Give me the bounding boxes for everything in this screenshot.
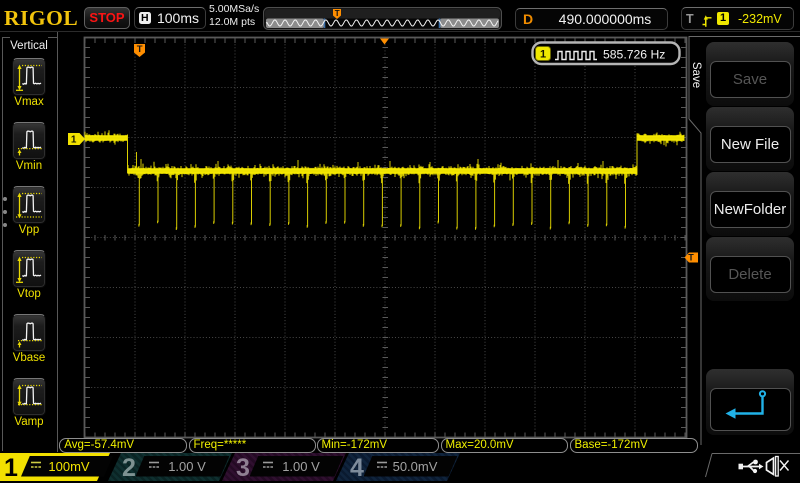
svg-text:1: 1 bbox=[540, 48, 546, 60]
svg-text:1: 1 bbox=[71, 135, 77, 146]
svg-text:T: T bbox=[137, 44, 143, 55]
svg-text:T: T bbox=[335, 9, 340, 18]
svg-text:585.726 Hz: 585.726 Hz bbox=[603, 47, 665, 61]
